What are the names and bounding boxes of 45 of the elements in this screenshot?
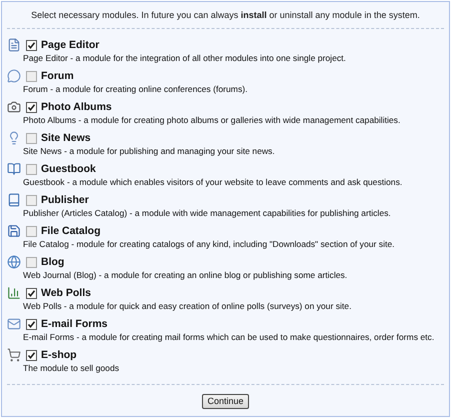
module-title: Forum: [41, 69, 74, 83]
module-description: File Catalog - module for creating catalogs of any kind, including "Downloads" section of your site.: [22, 238, 395, 250]
module-description: Photo Albums - a module for creating photo albums or galleries with wide management capabilities.: [22, 114, 400, 126]
checkbox[interactable]: [26, 318, 37, 330]
module-title: E-shop: [41, 348, 77, 362]
checkbox[interactable]: [26, 194, 37, 206]
document-icon: [7, 38, 21, 52]
checkbox[interactable]: [26, 350, 37, 360]
checkbox[interactable]: [26, 102, 37, 112]
speech-bubble-icon: [7, 69, 21, 83]
module-title: E-mail Forms: [41, 317, 108, 331]
checkbox[interactable]: [26, 256, 37, 268]
module-title: Blog: [41, 255, 64, 269]
module-title: Publisher: [41, 193, 89, 207]
checkbox[interactable]: [26, 164, 37, 174]
module-title: Page Editor: [41, 38, 100, 52]
module-description: Forum - a module for creating online conferences (forums).: [22, 83, 248, 95]
globe-icon: [7, 255, 21, 269]
checkbox[interactable]: [26, 288, 37, 298]
intro-text: Select necessary modules. In future you can always install or uninstall any module in the system.: [30, 9, 421, 22]
envelope-icon: [7, 317, 21, 331]
shopping-cart-icon: [7, 348, 21, 362]
checkbox[interactable]: [26, 40, 37, 50]
module-description: The module to sell goods: [22, 362, 120, 374]
open-book-icon: [7, 162, 21, 176]
module-title: File Catalog: [41, 224, 101, 238]
module-description: Page Editor - a module for the integration of all other modules into one single project.: [22, 52, 346, 64]
checkbox[interactable]: [26, 70, 37, 82]
checkbox[interactable]: [26, 132, 37, 144]
lightbulb-icon: [7, 131, 21, 145]
module-description: Site News - a module for publishing and managing your site news.: [22, 145, 275, 157]
bar-chart-icon: [7, 286, 21, 300]
module-description: E-mail Forms - a module for creating mail forms which can be used to make questionnaires, order forms etc.: [22, 331, 434, 343]
module-description: Web Journal (Blog) - a module for creating an online blog or publishing some articles.: [22, 269, 348, 281]
module-description: Web Polls - a module for quick and easy creation of online polls (surveys) on your site.: [22, 300, 352, 312]
module-description: Guestbook - a module which enables visitors of your website to leave comments and ask questions.: [22, 176, 402, 188]
book-icon: [7, 193, 21, 207]
camera-icon: [7, 100, 21, 114]
module-title: Guestbook: [41, 162, 96, 176]
checkbox[interactable]: [26, 226, 37, 236]
module-title: Web Polls: [41, 286, 91, 300]
module-description: Publisher (Articles Catalog) - a module with wide management capabilities for publishing articles.: [22, 207, 391, 219]
module-title: Photo Albums: [41, 100, 112, 114]
continue-button[interactable]: Continue: [202, 394, 249, 409]
module-title: Site News: [41, 131, 91, 145]
